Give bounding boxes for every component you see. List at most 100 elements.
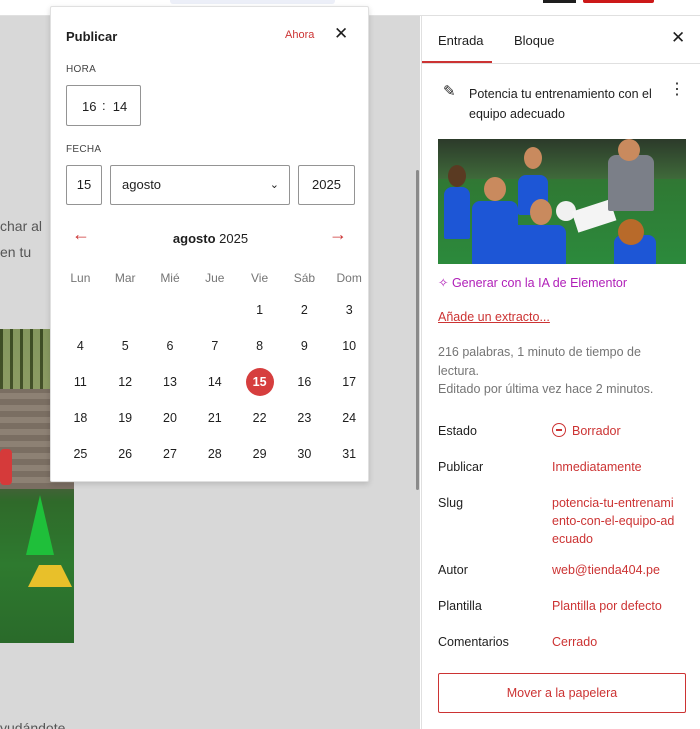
calendar-day[interactable]: 3 — [327, 292, 372, 328]
calendar-day[interactable]: 19 — [103, 400, 148, 436]
calendar-grid: 1 2 3 4 5 6 7 8 9 10 11 12 13 14 15 16 17 18 19 20 21 22 23 24 2… — [58, 292, 370, 472]
publish-value[interactable]: Inmediatamente — [552, 458, 692, 476]
calendar-day[interactable]: 28 — [192, 436, 237, 472]
calendar-empty-cell — [148, 292, 193, 328]
calendar-day[interactable]: 11 — [58, 364, 103, 400]
weekday-label: Jue — [205, 271, 225, 285]
calendar-day[interactable]: 8 — [237, 328, 282, 364]
tab-entrada[interactable]: Entrada — [438, 33, 484, 48]
image-green-cone — [26, 495, 54, 555]
time-separator: : — [102, 98, 106, 113]
sidebar-tabs: Entrada Bloque ✕ — [422, 16, 700, 64]
post-feather-icon: ✎ — [443, 83, 456, 100]
next-month-arrow-icon[interactable]: → — [329, 225, 347, 243]
close-icon[interactable]: ✕ — [334, 25, 348, 42]
comments-value[interactable]: Cerrado — [552, 633, 692, 651]
weekday-label: Mar — [114, 271, 136, 285]
calendar-day[interactable]: 6 — [148, 328, 193, 364]
date-label: FECHA — [66, 144, 102, 155]
weekday-header: Lun Mar Mié Jue Vie Sáb Dom — [58, 271, 370, 285]
publish-date-popover: Publicar Ahora ✕ HORA 16 : 14 FECHA 15 a… — [50, 6, 369, 482]
day-input[interactable]: 15 — [66, 165, 102, 205]
settings-sidebar: Entrada Bloque ✕ ✎ Potencia tu entrenami… — [421, 16, 700, 729]
calendar-day[interactable]: 26 — [103, 436, 148, 472]
publish-label: Publicar — [438, 460, 484, 474]
calendar-day-selected[interactable]: 15 — [237, 364, 282, 400]
calendar-day[interactable]: 20 — [148, 400, 193, 436]
calendar-day[interactable]: 30 — [282, 436, 327, 472]
chevron-down-icon: ⌄ — [269, 179, 279, 191]
last-edited: Editado por última vez hace 2 minutos. — [438, 382, 654, 396]
calendar-day[interactable]: 16 — [282, 364, 327, 400]
calendar-day[interactable]: 13 — [148, 364, 193, 400]
minute-input[interactable]: 14 — [111, 99, 129, 114]
post-title: Potencia tu entrenamiento con el equipo … — [469, 87, 652, 121]
calendar-day[interactable]: 29 — [237, 436, 282, 472]
canvas-text-fragment: yudándote — [0, 720, 66, 729]
toolbar-document-bar[interactable] — [170, 0, 335, 4]
hour-input[interactable]: 16 — [82, 99, 96, 114]
calendar-empty-cell — [103, 292, 148, 328]
calendar-day[interactable]: 4 — [58, 328, 103, 364]
add-excerpt-link[interactable]: Añade un extracto... — [438, 310, 550, 324]
move-to-trash-button[interactable]: Mover a la papelera — [438, 673, 686, 713]
calendar-year: 2025 — [219, 231, 249, 246]
calendar-day[interactable]: 7 — [192, 328, 237, 364]
weekday-label: Dom — [336, 271, 362, 285]
more-options-icon[interactable]: ⋮ — [669, 82, 685, 98]
draft-status-icon — [552, 423, 566, 437]
calendar-day[interactable]: 24 — [327, 400, 372, 436]
calendar-day[interactable]: 17 — [327, 364, 372, 400]
popover-title: Publicar — [66, 29, 118, 44]
canvas-text-fragment: char al — [0, 218, 43, 234]
tab-bloque[interactable]: Bloque — [514, 33, 554, 48]
status-value[interactable]: Borrador — [552, 422, 692, 440]
image-child-head — [618, 219, 644, 245]
calendar-day[interactable]: 10 — [327, 328, 372, 364]
toolbar-publish-button[interactable] — [583, 0, 654, 3]
calendar-day[interactable]: 23 — [282, 400, 327, 436]
calendar-day[interactable]: 22 — [237, 400, 282, 436]
time-label: HORA — [66, 64, 97, 75]
time-input: 16 : 14 — [66, 85, 141, 126]
image-yellow-cone — [28, 565, 72, 587]
calendar-day[interactable]: 2 — [282, 292, 327, 328]
year-input[interactable]: 2025 — [298, 165, 355, 205]
author-label: Autor — [438, 563, 468, 577]
calendar-month-title: agosto 2025 — [51, 231, 370, 246]
calendar-day[interactable]: 1 — [237, 292, 282, 328]
calendar-day[interactable]: 21 — [192, 400, 237, 436]
weekday-label: Vie — [251, 271, 269, 285]
canvas-scrollbar[interactable] — [416, 170, 419, 490]
calendar-day[interactable]: 5 — [103, 328, 148, 364]
calendar-day[interactable]: 18 — [58, 400, 103, 436]
calendar-day[interactable]: 27 — [148, 436, 193, 472]
status-value-text: Borrador — [572, 424, 621, 438]
author-value[interactable]: web@tienda404.pe — [552, 561, 692, 579]
image-coach-head — [618, 139, 640, 161]
calendar-month-name: agosto — [172, 231, 216, 246]
now-button[interactable]: Ahora — [285, 29, 314, 41]
comments-label: Comentarios — [438, 635, 509, 649]
image-child — [508, 225, 566, 264]
slug-value[interactable]: potencia-tu-entrenamiento-con-el-equipo-… — [552, 494, 677, 548]
weekday-label: Mié — [160, 271, 180, 285]
generate-ai-link[interactable]: ✧ Generar con la IA de Elementor — [438, 275, 627, 290]
month-select-value: agosto — [122, 177, 162, 192]
calendar-day[interactable]: 25 — [58, 436, 103, 472]
word-count: 216 palabras, 1 minuto de tiempo de lect… — [438, 345, 641, 378]
month-select[interactable]: agosto ⌄ — [110, 165, 290, 205]
image-child-head — [524, 147, 542, 169]
calendar-day[interactable]: 31 — [327, 436, 372, 472]
generate-ai-label: Generar con la IA de Elementor — [451, 276, 628, 290]
close-icon[interactable]: ✕ — [671, 29, 685, 46]
toolbar-save-button[interactable] — [543, 0, 576, 3]
calendar-empty-cell — [192, 292, 237, 328]
template-value[interactable]: Plantilla por defecto — [552, 597, 692, 615]
calendar-day[interactable]: 12 — [103, 364, 148, 400]
image-child-head — [448, 165, 466, 187]
featured-image[interactable] — [438, 139, 686, 264]
calendar-day[interactable]: 14 — [192, 364, 237, 400]
calendar-day[interactable]: 9 — [282, 328, 327, 364]
template-label: Plantilla — [438, 599, 482, 613]
